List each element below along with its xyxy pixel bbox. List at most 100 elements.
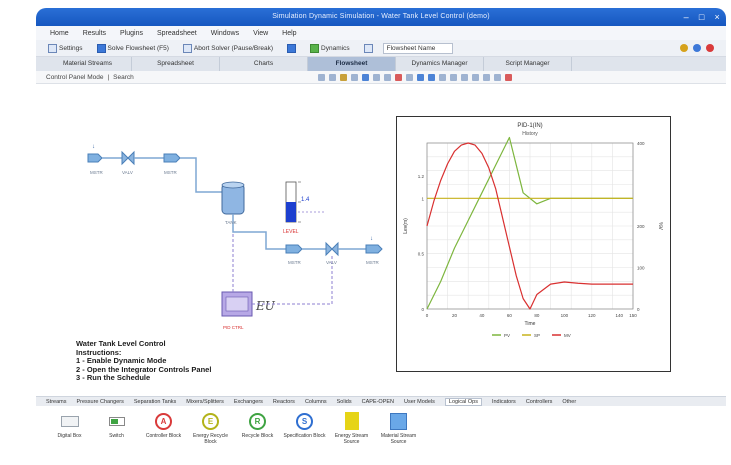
- legend-label: SP: [534, 333, 540, 338]
- minimize-icon[interactable]: –: [684, 8, 689, 26]
- palette-tab-separation-tanks[interactable]: Separation Tanks: [134, 399, 176, 405]
- level-indicator[interactable]: [285, 181, 301, 223]
- valve-outlet-stream[interactable]: [163, 153, 181, 163]
- tab-charts[interactable]: Charts: [220, 57, 308, 71]
- drawing-tool-icon[interactable]: [372, 73, 380, 81]
- display-box-icon: [60, 412, 80, 430]
- tank-outlet-stream[interactable]: [285, 244, 303, 254]
- palette-item[interactable]: R Recycle Block: [234, 412, 281, 439]
- palette-tab-streams[interactable]: Streams: [46, 399, 66, 405]
- drawing-tool-icon[interactable]: [438, 73, 446, 81]
- chart-svg: PID-1(IN)History0 20 40 60 80 100 120 140 150Tim…: [403, 123, 663, 338]
- maximize-icon[interactable]: □: [699, 8, 705, 26]
- search-field[interactable]: Search: [113, 74, 134, 81]
- drawing-tool-icon[interactable]: [383, 73, 391, 81]
- specification-block-icon: S: [295, 412, 315, 430]
- palette-tab-user-models[interactable]: User Models: [404, 399, 435, 405]
- palette-tab-controllers[interactable]: Controllers: [526, 399, 553, 405]
- menu-item-plugins[interactable]: Plugins: [120, 30, 143, 37]
- palette-tab-logical-ops[interactable]: Logical Ops: [444, 397, 482, 406]
- chart-title: PID-1(IN): [517, 123, 542, 129]
- info-icon[interactable]: [693, 44, 701, 52]
- tab-flowsheet[interactable]: Flowsheet: [308, 57, 396, 71]
- palette-tab-pressure-changers[interactable]: Pressure Changers: [76, 399, 123, 405]
- warning-icon[interactable]: [680, 44, 688, 52]
- palette-tab-columns[interactable]: Columns: [305, 399, 327, 405]
- menu-item-windows[interactable]: Windows: [211, 30, 239, 37]
- menu-item-view[interactable]: View: [253, 30, 268, 37]
- menu-item-home[interactable]: Home: [50, 30, 69, 37]
- layout-button[interactable]: [283, 42, 300, 55]
- error-icon[interactable]: [706, 44, 714, 52]
- dynamics-toggle[interactable]: Dynamics: [306, 42, 354, 55]
- y-right-tick-label: 400: [637, 141, 645, 146]
- drawing-tool-icon[interactable]: [482, 73, 490, 81]
- inlet-valve[interactable]: [121, 150, 135, 166]
- drawing-tool-icon[interactable]: [427, 73, 435, 81]
- settings-button[interactable]: Settings: [44, 42, 87, 55]
- flowsheet-name-field[interactable]: Flowsheet Name: [382, 42, 453, 54]
- y-left-tick-label: 1.2: [418, 174, 425, 179]
- legend-label: PV: [504, 333, 510, 338]
- outlet-valve[interactable]: [325, 241, 339, 257]
- x-tick-label: 150: [629, 313, 637, 318]
- drawing-tool-icon[interactable]: [339, 73, 347, 81]
- palette-tab-other[interactable]: Other: [562, 399, 576, 405]
- solve-flowsheet-button[interactable]: Solve Flowsheet (F5): [93, 42, 173, 55]
- drawing-tool-icon[interactable]: [394, 73, 402, 81]
- palette-tab-indicators[interactable]: Indicators: [492, 399, 516, 405]
- integrator-button[interactable]: [360, 42, 377, 55]
- drawing-tool-icon[interactable]: [460, 73, 468, 81]
- menu-item-spreadsheet[interactable]: Spreadsheet: [157, 30, 197, 37]
- unit-label: MSTR: [164, 170, 177, 175]
- abort-solver-button[interactable]: Abort Solver (Pause/Break): [179, 42, 277, 55]
- drawing-tool-icon[interactable]: [493, 73, 501, 81]
- palette-item[interactable]: E Energy Recycle Block: [187, 412, 234, 445]
- palette-item-label: Material Stream Source: [380, 433, 417, 445]
- close-icon[interactable]: ×: [715, 8, 720, 26]
- palette-tab-solids[interactable]: Solids: [337, 399, 352, 405]
- drawing-tool-icon[interactable]: [449, 73, 457, 81]
- drawing-tool-icon[interactable]: [317, 73, 325, 81]
- flowsheet-canvas[interactable]: ↓ 1.4 LEVEL ↓ EU MSTR VALV MSTR TANK MST…: [36, 84, 726, 396]
- drawing-tool-icon[interactable]: [405, 73, 413, 81]
- play-icon: [96, 43, 106, 53]
- drawing-tool-icon[interactable]: [471, 73, 479, 81]
- palette-tab-reactors[interactable]: Reactors: [273, 399, 295, 405]
- inlet-stream[interactable]: ↓: [87, 144, 103, 163]
- unit-label: TANK: [225, 220, 237, 225]
- tab-spreadsheet[interactable]: Spreadsheet: [132, 57, 220, 71]
- pid-history-chart[interactable]: PID-1(IN) History 0 20 40 60 80 100 120 140 150 Tim…: [396, 116, 671, 372]
- palette-item[interactable]: Energy Stream Source: [328, 412, 375, 445]
- x-tick-label: 140: [616, 313, 624, 318]
- water-tank[interactable]: [221, 181, 245, 215]
- palette-tab-cape-open[interactable]: CAPE-OPEN: [362, 399, 394, 405]
- y-right-tick-label: 100: [637, 266, 645, 271]
- palette-tab-exchangers[interactable]: Exchangers: [234, 399, 263, 405]
- control-panel-mode-toggle[interactable]: Control Panel Mode: [46, 74, 103, 81]
- palette-item[interactable]: Switch: [93, 412, 140, 439]
- tab-script-manager[interactable]: Script Manager: [484, 57, 572, 71]
- menu-item-results[interactable]: Results: [83, 30, 106, 37]
- palette-tab-mixers-splitters[interactable]: Mixers/Splitters: [186, 399, 224, 405]
- drawing-tool-icon[interactable]: [361, 73, 369, 81]
- palette-item[interactable]: Digital Box: [46, 412, 93, 439]
- stop-icon: [182, 43, 192, 53]
- palette-item-label: Controller Block: [145, 433, 182, 439]
- window-title: Simulation Dynamic Simulation - Water Ta…: [272, 13, 490, 20]
- tab-dynamics-manager[interactable]: Dynamics Manager: [396, 57, 484, 71]
- palette-item[interactable]: Material Stream Source: [375, 412, 422, 445]
- outlet-stream[interactable]: ↓: [365, 236, 383, 254]
- unit-label: PID CTRL: [223, 325, 244, 330]
- palette-item[interactable]: S Specification Block: [281, 412, 328, 439]
- palette-item[interactable]: A Controller Block: [140, 412, 187, 439]
- drawing-tool-icon[interactable]: [328, 73, 336, 81]
- pid-controller[interactable]: [221, 291, 253, 317]
- drawing-tool-icon[interactable]: [350, 73, 358, 81]
- tab-material-streams[interactable]: Material Streams: [44, 57, 132, 71]
- y-right-tick-label: 200: [637, 224, 645, 229]
- drawing-tool-icon[interactable]: [416, 73, 424, 81]
- palette-item-label: Recycle Block: [241, 433, 274, 439]
- menu-item-help[interactable]: Help: [282, 30, 296, 37]
- drawing-tool-icon[interactable]: [504, 73, 512, 81]
